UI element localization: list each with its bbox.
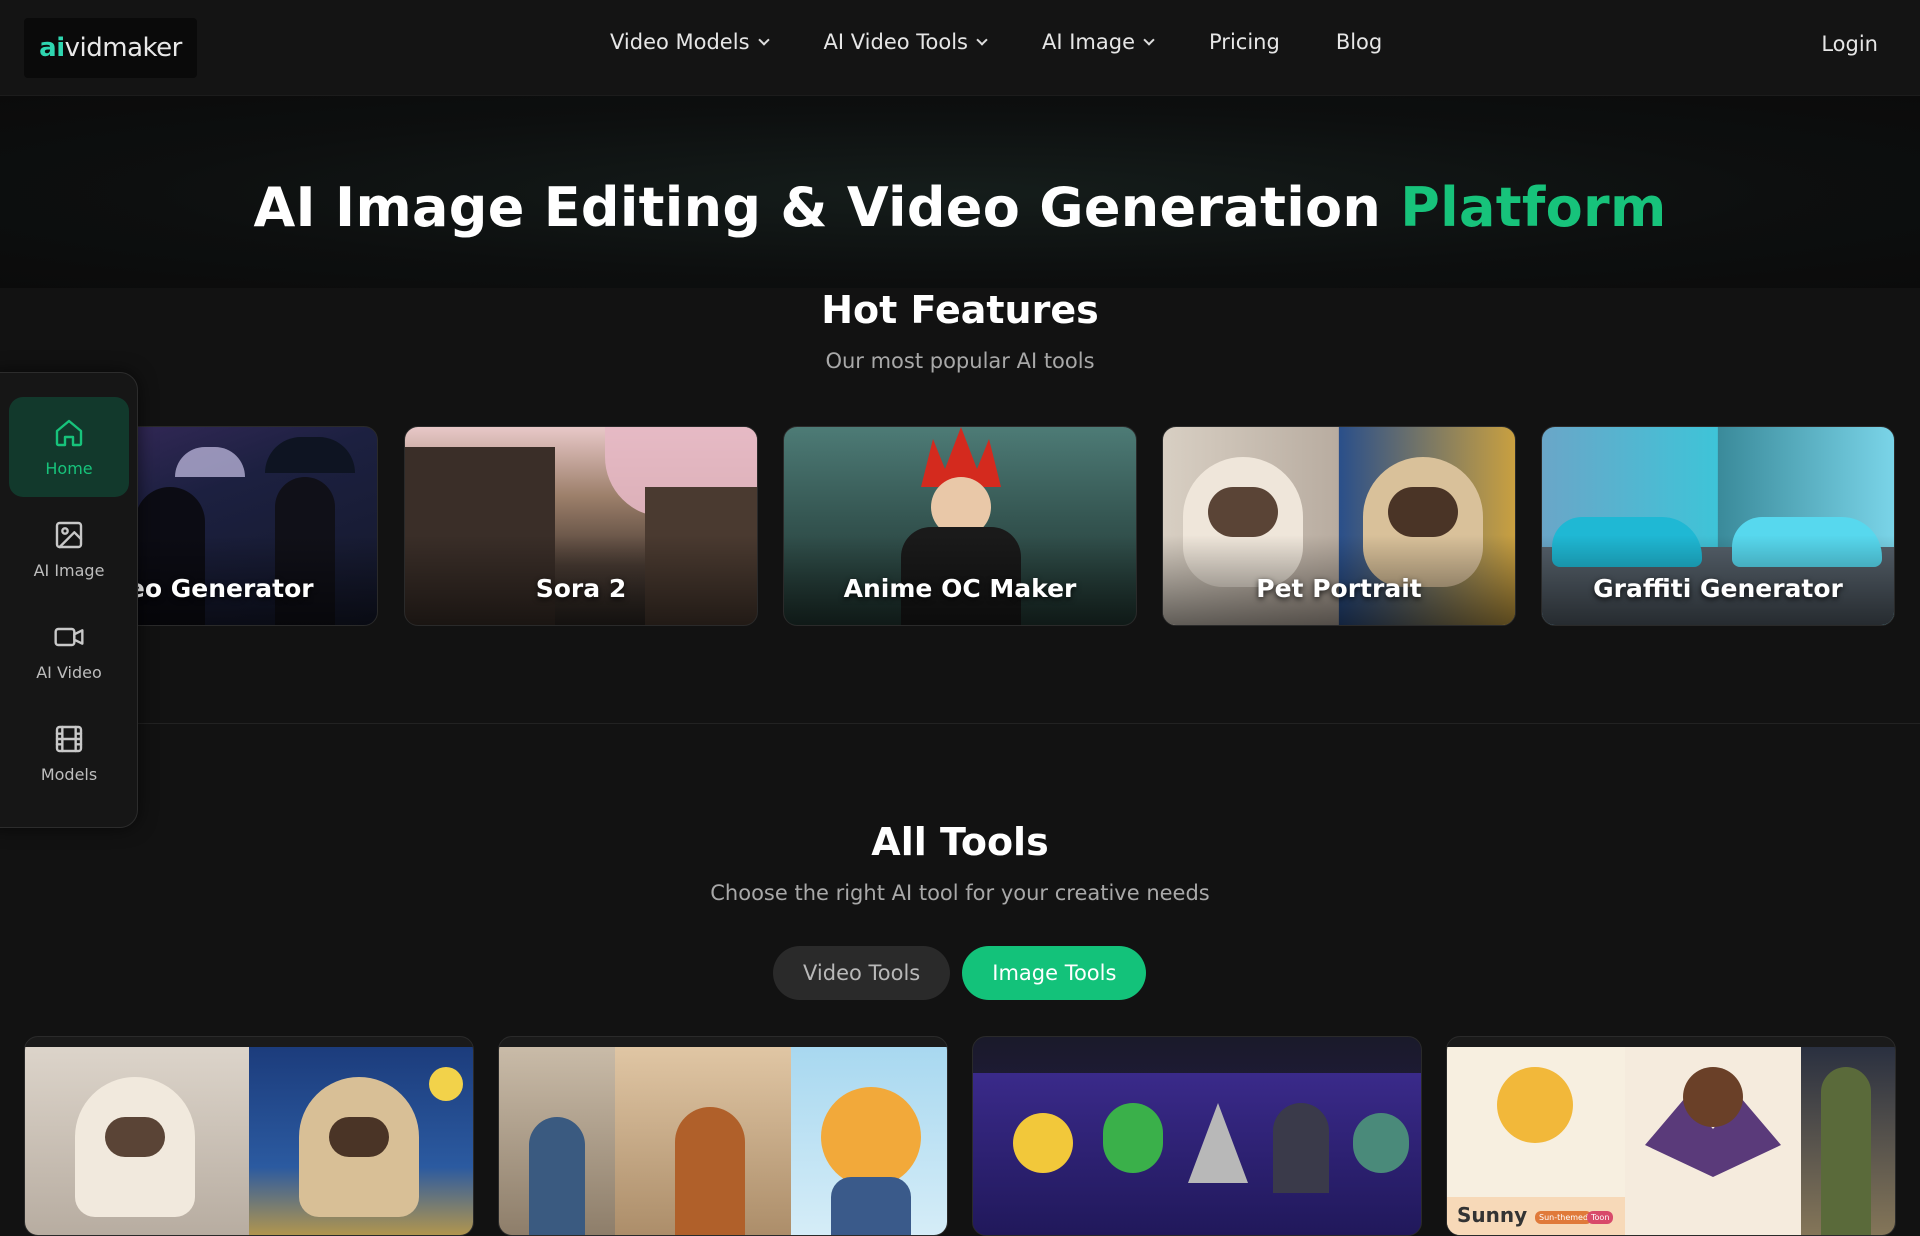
feature-card-label: Pet Portrait xyxy=(1256,574,1422,603)
nav-ai-image[interactable]: AI Image xyxy=(1042,30,1155,54)
video-icon xyxy=(54,627,84,646)
sidebar-item-label: Models xyxy=(40,764,98,784)
tab-image-tools[interactable]: Image Tools xyxy=(962,946,1147,1000)
ghost-character-shape xyxy=(1273,1103,1329,1193)
feature-card-label: Sora 2 xyxy=(535,574,627,603)
tool-preview-lineup xyxy=(973,1073,1421,1235)
nav-pricing[interactable]: Pricing xyxy=(1209,30,1280,54)
nav-ai-image-label: AI Image xyxy=(1042,30,1136,54)
sidebar-item-ai-video[interactable]: AI Video xyxy=(9,601,129,701)
feature-card-anime-oc-maker[interactable]: Anime OC Maker xyxy=(783,426,1137,626)
main-nav: Video Models AI Video Tools AI Image Pri… xyxy=(610,30,1382,54)
tool-preview-photo xyxy=(25,1047,249,1235)
nav-video-models[interactable]: Video Models xyxy=(610,30,770,54)
umbrella-shape xyxy=(175,447,245,477)
chevron-down-icon xyxy=(976,34,988,46)
feature-card-graffiti-generator[interactable]: Graffiti Generator xyxy=(1541,426,1895,626)
logo[interactable]: ai vidmaker xyxy=(24,18,197,78)
tool-category-tabs: Video Tools Image Tools xyxy=(773,946,1147,1000)
cat-face-shape xyxy=(1208,487,1278,537)
sunny-badge: Sun-themed xyxy=(1535,1211,1593,1224)
home-icon xyxy=(55,419,83,446)
sidebar-item-models[interactable]: Models xyxy=(9,703,129,803)
tool-preview-street xyxy=(615,1047,791,1235)
sunny-character-shape xyxy=(1497,1067,1573,1143)
film-icon xyxy=(55,725,83,752)
tool-card-cartoon-character[interactable] xyxy=(498,1036,948,1236)
login-link[interactable]: Login xyxy=(1821,32,1878,56)
feature-card-pet-portrait[interactable]: Pet Portrait xyxy=(1162,426,1516,626)
top-header: ai vidmaker Video Models AI Video Tools A… xyxy=(0,0,1920,96)
cat-face-shape xyxy=(105,1117,165,1157)
teal-character-shape xyxy=(1353,1113,1409,1173)
painted-cat-face-shape xyxy=(1388,487,1458,537)
tool-preview-photo xyxy=(499,1047,615,1235)
hero-banner: AI Image Editing & Video Generation Plat… xyxy=(0,96,1920,288)
feature-card-label: Anime OC Maker xyxy=(843,574,1077,603)
logo-brand-text: vidmaker xyxy=(64,33,183,63)
hot-features-carousel: deo Generator Sora 2 Anime OC Maker Pet … xyxy=(0,426,1920,626)
tool-preview-painting xyxy=(249,1047,473,1235)
nav-blog[interactable]: Blog xyxy=(1336,30,1382,54)
tool-preview-photo xyxy=(1801,1047,1895,1235)
floating-sidebar: Home AI Image AI Video Models xyxy=(0,372,138,828)
nav-video-models-label: Video Models xyxy=(610,30,750,54)
sun-character-shape xyxy=(1013,1113,1073,1173)
feature-card-sora-2[interactable]: Sora 2 xyxy=(404,426,758,626)
hero-title-accent: Platform xyxy=(1400,176,1667,239)
sidebar-item-label: AI Image xyxy=(33,560,105,580)
character-shape xyxy=(675,1107,745,1235)
robot-character-shape xyxy=(1188,1103,1248,1183)
face-shape xyxy=(1683,1067,1743,1127)
fox-head-shape xyxy=(821,1087,921,1187)
sidebar-item-label: AI Video xyxy=(36,662,102,682)
green-character-shape xyxy=(1103,1103,1163,1173)
nav-blog-label: Blog xyxy=(1335,30,1383,54)
sidebar-item-home[interactable]: Home xyxy=(9,397,129,497)
chevron-down-icon xyxy=(1143,34,1155,46)
hero-title: AI Image Editing & Video Generation Plat… xyxy=(0,176,1920,239)
tool-preview-bat-girl xyxy=(1625,1047,1801,1235)
painted-cat-face-shape xyxy=(329,1117,389,1157)
tab-video-tools[interactable]: Video Tools xyxy=(773,946,951,1000)
caption-strip: Sunny Sun-themed Toon xyxy=(1447,1197,1625,1235)
tool-card-sunny-toon[interactable]: Sunny Sun-themed Toon xyxy=(1446,1036,1896,1236)
all-tools-subtitle: Choose the right AI tool for your creati… xyxy=(710,881,1210,905)
image-icon xyxy=(55,521,83,548)
hot-features-title: Hot Features xyxy=(821,288,1099,332)
fox-body-shape xyxy=(831,1177,911,1235)
nav-pricing-label: Pricing xyxy=(1209,30,1280,54)
person-shape xyxy=(529,1117,585,1235)
person-shape xyxy=(1821,1067,1871,1235)
hot-features-subtitle: Our most popular AI tools xyxy=(825,349,1095,373)
all-tools-title: All Tools xyxy=(871,820,1049,864)
tool-preview-cartoon xyxy=(791,1047,947,1235)
tool-card-character-lineup[interactable] xyxy=(972,1036,1422,1236)
tool-card-pet-portrait[interactable] xyxy=(24,1036,474,1236)
nav-ai-video-tools-label: AI Video Tools xyxy=(823,30,968,54)
chevron-down-icon xyxy=(757,34,770,46)
umbrella-shape xyxy=(265,437,355,473)
nav-ai-video-tools[interactable]: AI Video Tools xyxy=(823,30,988,54)
logo-ai-text: ai xyxy=(39,33,65,63)
hero-title-main: AI Image Editing & Video Generation xyxy=(253,176,1401,239)
sunny-caption: Sunny xyxy=(1457,1203,1528,1227)
toon-badge: Toon xyxy=(1587,1211,1614,1224)
section-divider xyxy=(0,723,1920,724)
sidebar-item-ai-image[interactable]: AI Image xyxy=(9,499,129,599)
moon-shape xyxy=(429,1067,463,1101)
tool-preview-sunny: Sunny Sun-themed Toon xyxy=(1447,1047,1625,1235)
feature-card-label: Graffiti Generator xyxy=(1593,574,1843,603)
sidebar-item-label: Home xyxy=(45,458,93,478)
